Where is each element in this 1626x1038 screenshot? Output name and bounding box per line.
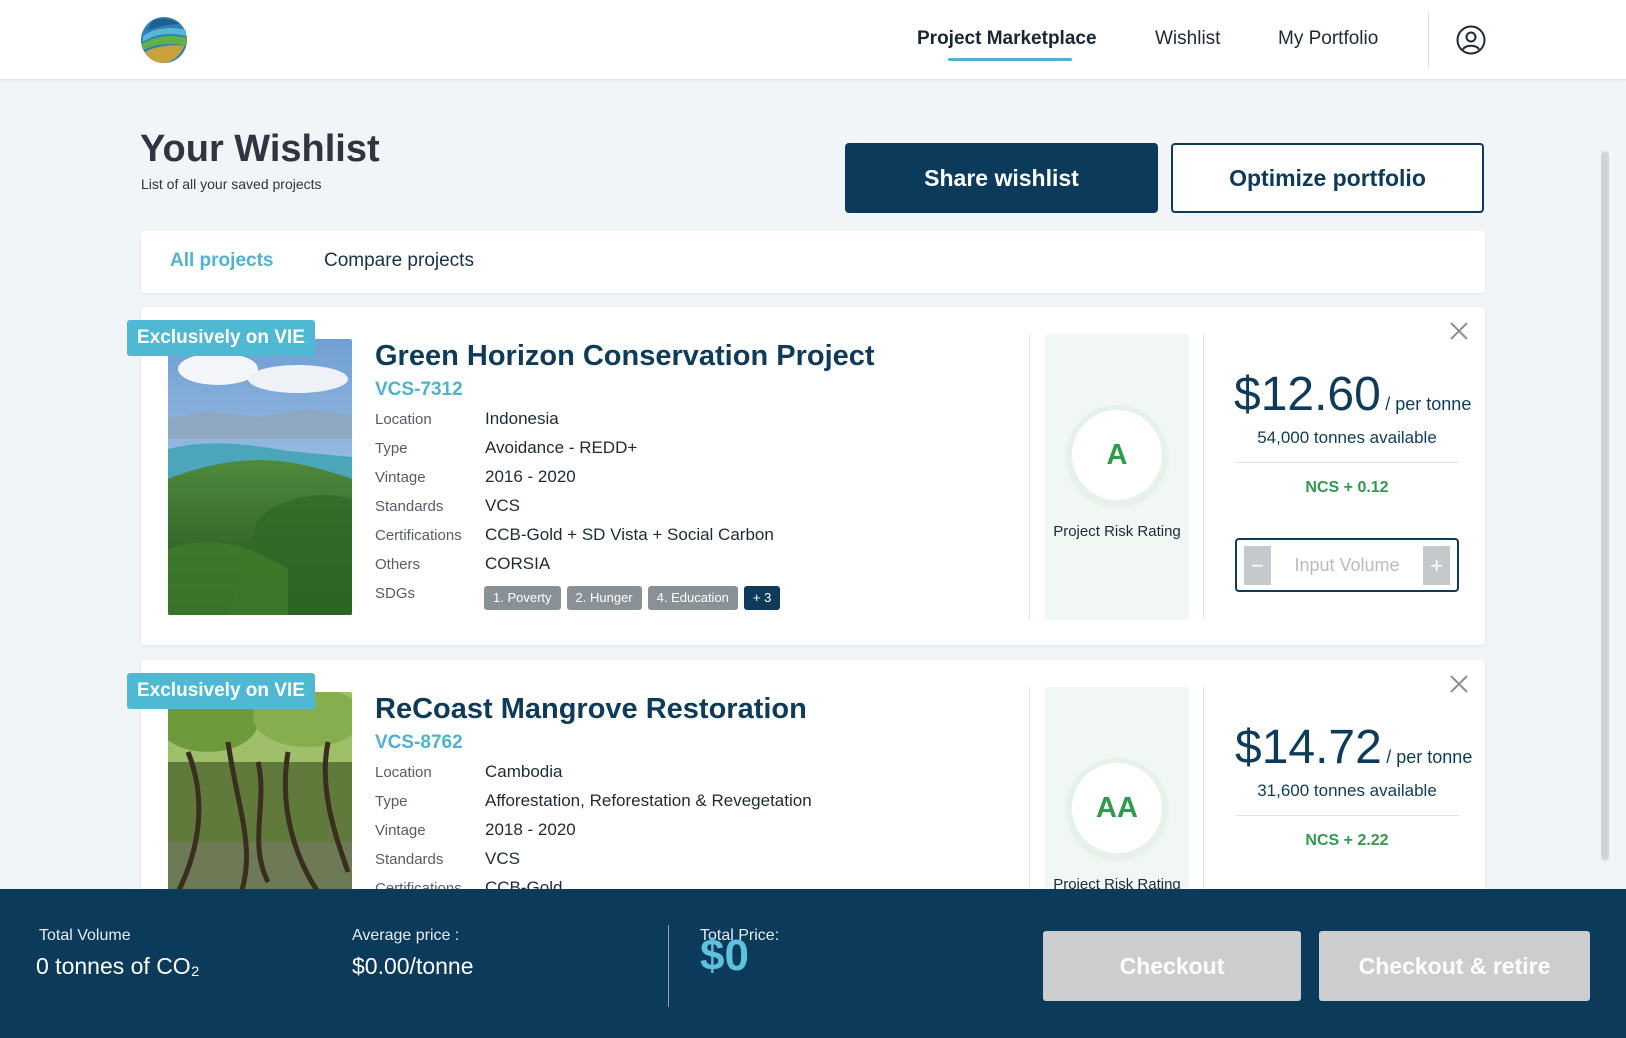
others-value: CORSIA — [485, 554, 551, 573]
standards-value: VCS — [485, 496, 520, 515]
certifications-label: Certifications — [375, 527, 462, 544]
price-unit: / per tonne — [1385, 394, 1472, 414]
card-divider — [1029, 334, 1030, 620]
sdg-tag: 1. Poverty — [484, 586, 561, 610]
nav-project-marketplace[interactable]: Project Marketplace — [917, 28, 1097, 50]
increase-volume-button[interactable]: + — [1423, 546, 1450, 585]
location-label: Location — [375, 411, 432, 428]
exclusive-badge: Exclusively on VIE — [127, 673, 315, 709]
average-price-label: Average price : — [352, 927, 460, 944]
ncs-score: NCS + 0.12 — [1305, 479, 1389, 496]
card-divider — [1203, 334, 1204, 620]
price-value: $14.72 — [1235, 721, 1382, 774]
close-icon[interactable] — [1447, 319, 1471, 343]
project-code: VCS-8762 — [375, 732, 463, 753]
type-label: Type — [375, 793, 408, 810]
nav-divider — [1428, 12, 1429, 68]
price-display: $14.72 / per tonne — [1235, 720, 1472, 775]
total-volume-label: Total Volume — [39, 927, 131, 944]
project-title[interactable]: ReCoast Mangrove Restoration — [375, 693, 807, 726]
nav-active-indicator — [948, 58, 1072, 61]
vintage-value: 2016 - 2020 — [485, 467, 576, 486]
risk-rating-panel: A Project Risk Rating — [1045, 334, 1189, 620]
certifications-value: CCB-Gold + SD Vista + Social Carbon — [485, 525, 774, 544]
vintage-value: 2018 - 2020 — [485, 820, 576, 839]
logo-icon[interactable] — [140, 16, 188, 64]
sdg-more-tag[interactable]: + 3 — [743, 586, 781, 610]
scrollbar-thumb[interactable] — [1601, 152, 1609, 860]
top-navbar: Project Marketplace Wishlist My Portfoli… — [0, 0, 1626, 80]
average-price-value: $0.00/tonne — [352, 953, 474, 979]
vintage-label: Vintage — [375, 822, 426, 839]
project-image[interactable] — [168, 339, 352, 615]
sdg-tag: 2. Hunger — [566, 586, 642, 610]
landscape-image — [168, 339, 352, 615]
checkout-button[interactable]: Checkout — [1043, 931, 1301, 1001]
project-card: Exclusively on VIE Green Horizon Conserv… — [127, 307, 1485, 645]
others-label: Others — [375, 556, 421, 573]
footer-divider — [668, 925, 669, 1007]
page-title: Your Wishlist — [140, 128, 380, 170]
share-wishlist-button[interactable]: Share wishlist — [845, 143, 1158, 213]
volume-input[interactable] — [1275, 546, 1419, 585]
type-value: Avoidance - REDD+ — [485, 438, 638, 457]
risk-rating-label: Project Risk Rating — [1053, 523, 1181, 540]
tonnes-available: 54,000 tonnes available — [1257, 428, 1437, 447]
checkout-retire-button[interactable]: Checkout & retire — [1319, 931, 1590, 1001]
price-divider — [1235, 462, 1459, 463]
tonnes-available: 31,600 tonnes available — [1257, 781, 1437, 800]
tab-all-projects[interactable]: All projects — [170, 250, 273, 272]
type-value: Afforestation, Reforestation & Revegetat… — [485, 791, 812, 810]
close-icon[interactable] — [1447, 672, 1471, 696]
type-label: Type — [375, 440, 408, 457]
standards-label: Standards — [375, 851, 444, 868]
total-volume-value: 0 tonnes of CO₂ — [36, 953, 200, 979]
price-value: $12.60 — [1234, 368, 1381, 421]
checkout-bar: Total Volume 0 tonnes of CO₂ Average pri… — [0, 889, 1626, 1038]
ncs-score: NCS + 2.22 — [1305, 832, 1389, 849]
decrease-volume-button[interactable]: − — [1244, 546, 1271, 585]
nav-wishlist[interactable]: Wishlist — [1155, 28, 1220, 50]
total-price-value: $0 — [700, 931, 749, 980]
price-unit: / per tonne — [1386, 747, 1473, 767]
user-profile-icon[interactable] — [1456, 25, 1486, 55]
vintage-label: Vintage — [375, 469, 426, 486]
sdg-tags: 1. Poverty 2. Hunger 4. Education + 3 — [484, 586, 781, 610]
project-tabs: All projects Compare projects — [141, 231, 1485, 293]
page-subtitle: List of all your saved projects — [141, 176, 322, 192]
risk-rating-badge: AA — [1067, 758, 1167, 858]
standards-label: Standards — [375, 498, 444, 515]
standards-value: VCS — [485, 849, 520, 868]
location-value: Cambodia — [485, 762, 563, 781]
tab-compare-projects[interactable]: Compare projects — [324, 250, 474, 272]
project-title[interactable]: Green Horizon Conservation Project — [375, 340, 875, 373]
sdgs-label: SDGs — [375, 585, 416, 602]
optimize-portfolio-button[interactable]: Optimize portfolio — [1171, 143, 1484, 213]
volume-stepper: − + — [1235, 538, 1459, 592]
exclusive-badge: Exclusively on VIE — [127, 320, 315, 356]
location-label: Location — [375, 764, 432, 781]
price-display: $12.60 / per tonne — [1234, 367, 1471, 422]
price-divider — [1235, 815, 1459, 816]
project-code: VCS-7312 — [375, 379, 463, 400]
sdg-tag: 4. Education — [647, 586, 738, 610]
nav-my-portfolio[interactable]: My Portfolio — [1278, 28, 1378, 50]
risk-rating-badge: A — [1067, 405, 1167, 505]
location-value: Indonesia — [485, 409, 559, 428]
